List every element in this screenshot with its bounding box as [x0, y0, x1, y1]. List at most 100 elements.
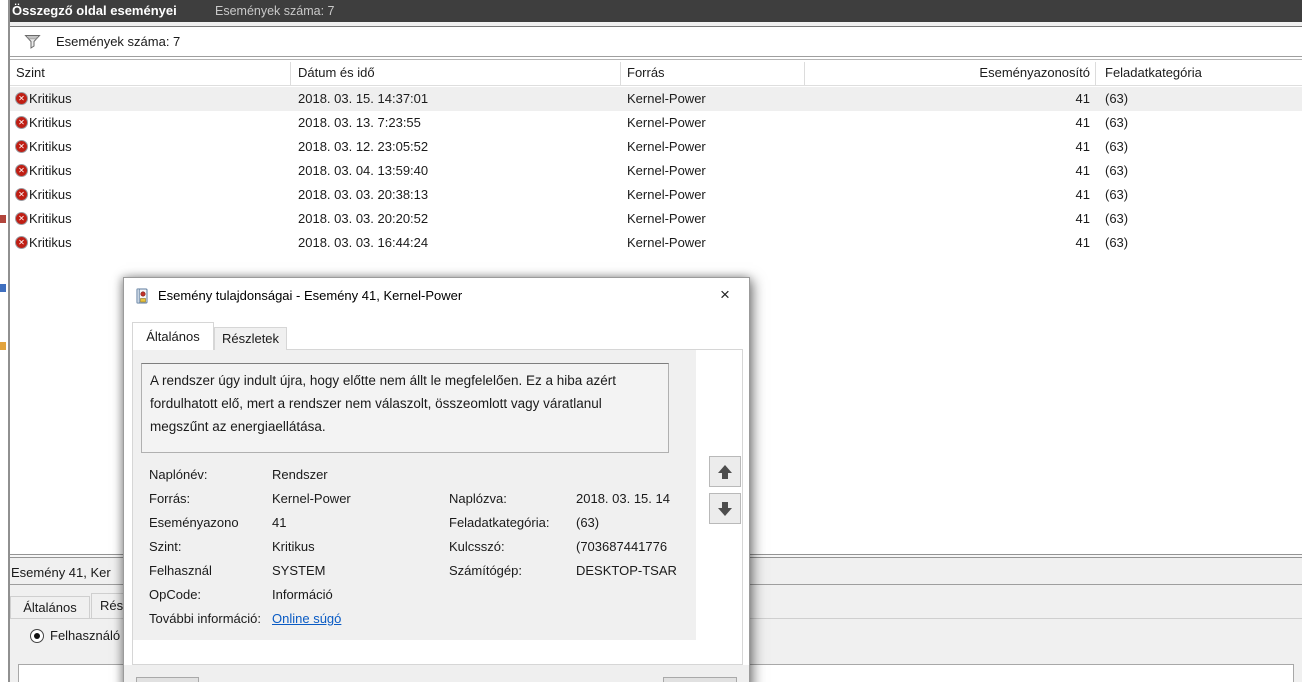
row-source: Kernel-Power: [627, 91, 706, 106]
field-value: (63): [576, 515, 600, 530]
field-label: Feladatkategória:: [449, 515, 550, 530]
row-level: Kritikus: [29, 115, 72, 130]
field-label: Forrás:: [149, 491, 191, 506]
column-header-datetime[interactable]: Dátum és idő: [298, 60, 375, 86]
column-header-taskcategory[interactable]: Feladatkategória: [1105, 60, 1202, 86]
row-taskcategory: (63): [1105, 211, 1129, 226]
row-eventid: 41: [1075, 235, 1090, 250]
table-row[interactable]: ✕ Kritikus 2018. 03. 03. 20:20:52 Kernel…: [10, 207, 1302, 231]
field-value: Kernel-Power: [272, 491, 351, 506]
arrow-down-icon: [718, 501, 732, 516]
table-row[interactable]: ✕ Kritikus 2018. 03. 12. 23:05:52 Kernel…: [10, 135, 1302, 159]
critical-icon: ✕: [15, 212, 28, 225]
tree-icon-fragment: [0, 342, 6, 350]
table-row[interactable]: ✕ Kritikus 2018. 03. 03. 16:44:24 Kernel…: [10, 231, 1302, 255]
row-source: Kernel-Power: [627, 115, 706, 130]
row-eventid: 41: [1075, 187, 1090, 202]
tree-icon-fragment: [0, 215, 6, 223]
row-level: Kritikus: [29, 187, 72, 202]
row-datetime: 2018. 03. 12. 23:05:52: [298, 139, 429, 154]
field-value: Rendszer: [272, 467, 328, 482]
critical-icon: ✕: [15, 236, 28, 249]
field-value: SYSTEM: [272, 563, 326, 578]
field-label: Eseményazono: [149, 515, 239, 530]
critical-icon: ✕: [15, 92, 28, 105]
filter-funnel-icon: [24, 35, 41, 49]
column-header-eventid[interactable]: Eseményazonosító: [804, 60, 1090, 86]
field-label: Felhasznál: [149, 563, 212, 578]
dialog-title: Esemény tulajdonságai - Esemény 41, Kern…: [158, 288, 463, 303]
field-label: Naplózva:: [449, 491, 507, 506]
row-taskcategory: (63): [1105, 163, 1129, 178]
dialog-tab-details[interactable]: Részletek: [214, 327, 287, 350]
summary-header-bar: Összegző oldal eseményei Események száma…: [3, 0, 1302, 22]
row-level: Kritikus: [29, 91, 72, 106]
column-divider[interactable]: [620, 62, 621, 85]
page-title: Összegző oldal eseményei: [12, 3, 177, 18]
row-datetime: 2018. 03. 15. 14:37:01: [298, 91, 429, 106]
row-eventid: 41: [1075, 139, 1090, 154]
table-row[interactable]: ✕ Kritikus 2018. 03. 13. 7:23:55 Kernel-…: [10, 111, 1302, 135]
row-source: Kernel-Power: [627, 139, 706, 154]
close-button-partial[interactable]: [663, 677, 737, 682]
column-divider[interactable]: [290, 62, 291, 85]
dialog-titlebar[interactable]: Esemény tulajdonságai - Esemény 41, Kern…: [124, 278, 749, 314]
row-eventid: 41: [1075, 115, 1090, 130]
preview-tab-general[interactable]: Általános: [10, 596, 90, 618]
row-taskcategory: (63): [1105, 91, 1129, 106]
friendly-view-radio-label: Felhasználó: [50, 628, 121, 643]
row-source: Kernel-Power: [627, 187, 706, 202]
previous-event-button[interactable]: [709, 456, 741, 487]
field-label: Számítógép:: [449, 563, 522, 578]
critical-icon: ✕: [15, 188, 28, 201]
field-label: Kulcsszó:: [449, 539, 505, 554]
row-level: Kritikus: [29, 211, 72, 226]
friendly-view-radio[interactable]: [30, 629, 44, 643]
field-value: 41: [272, 515, 287, 530]
dialog-button-strip: [124, 665, 749, 682]
row-eventid: 41: [1075, 91, 1090, 106]
field-value: 2018. 03. 15. 14: [576, 491, 670, 506]
next-event-button[interactable]: [709, 493, 741, 524]
row-source: Kernel-Power: [627, 235, 706, 250]
tree-icon-fragment: [0, 284, 6, 292]
row-datetime: 2018. 03. 13. 7:23:55: [298, 115, 421, 130]
field-value: Információ: [272, 587, 333, 602]
event-description-box[interactable]: A rendszer úgy indult újra, hogy előtte …: [141, 363, 669, 453]
column-header-source[interactable]: Forrás: [627, 60, 665, 86]
critical-icon: ✕: [15, 116, 28, 129]
row-taskcategory: (63): [1105, 235, 1129, 250]
row-datetime: 2018. 03. 03. 16:44:24: [298, 235, 429, 250]
field-label: OpCode:: [149, 587, 202, 602]
row-datetime: 2018. 03. 04. 13:59:40: [298, 163, 429, 178]
table-header: Szint Dátum és idő Forrás Eseményazonosí…: [10, 59, 1302, 86]
left-panel-edge: [0, 0, 10, 682]
table-row[interactable]: ✕ Kritikus 2018. 03. 03. 20:38:13 Kernel…: [10, 183, 1302, 207]
table-row[interactable]: ✕ Kritikus 2018. 03. 04. 13:59:40 Kernel…: [10, 159, 1302, 183]
row-datetime: 2018. 03. 03. 20:20:52: [298, 211, 429, 226]
row-level: Kritikus: [29, 163, 72, 178]
row-level: Kritikus: [29, 235, 72, 250]
row-level: Kritikus: [29, 139, 72, 154]
critical-icon: ✕: [15, 164, 28, 177]
row-datetime: 2018. 03. 03. 20:38:13: [298, 187, 429, 202]
row-eventid: 41: [1075, 211, 1090, 226]
column-divider[interactable]: [804, 62, 805, 85]
dialog-tab-general[interactable]: Általános: [132, 322, 214, 350]
online-help-link[interactable]: Online súgó: [272, 607, 341, 631]
table-row[interactable]: ✕ Kritikus 2018. 03. 15. 14:37:01 Kernel…: [10, 87, 1302, 111]
field-value: Kritikus: [272, 539, 315, 554]
row-eventid: 41: [1075, 163, 1090, 178]
field-label: Szint:: [149, 539, 182, 554]
column-divider[interactable]: [1095, 62, 1096, 85]
copy-button-partial[interactable]: [136, 677, 199, 682]
event-properties-dialog: Esemény tulajdonságai - Esemény 41, Kern…: [123, 277, 750, 682]
row-taskcategory: (63): [1105, 187, 1129, 202]
field-label: További információ:: [149, 611, 261, 626]
row-taskcategory: (63): [1105, 139, 1129, 154]
event-viewer-window: Összegző oldal eseményei Események száma…: [0, 0, 1302, 682]
row-source: Kernel-Power: [627, 163, 706, 178]
close-icon[interactable]: ×: [709, 278, 741, 314]
field-value: (703687441776: [576, 539, 668, 554]
column-header-level[interactable]: Szint: [16, 60, 45, 86]
